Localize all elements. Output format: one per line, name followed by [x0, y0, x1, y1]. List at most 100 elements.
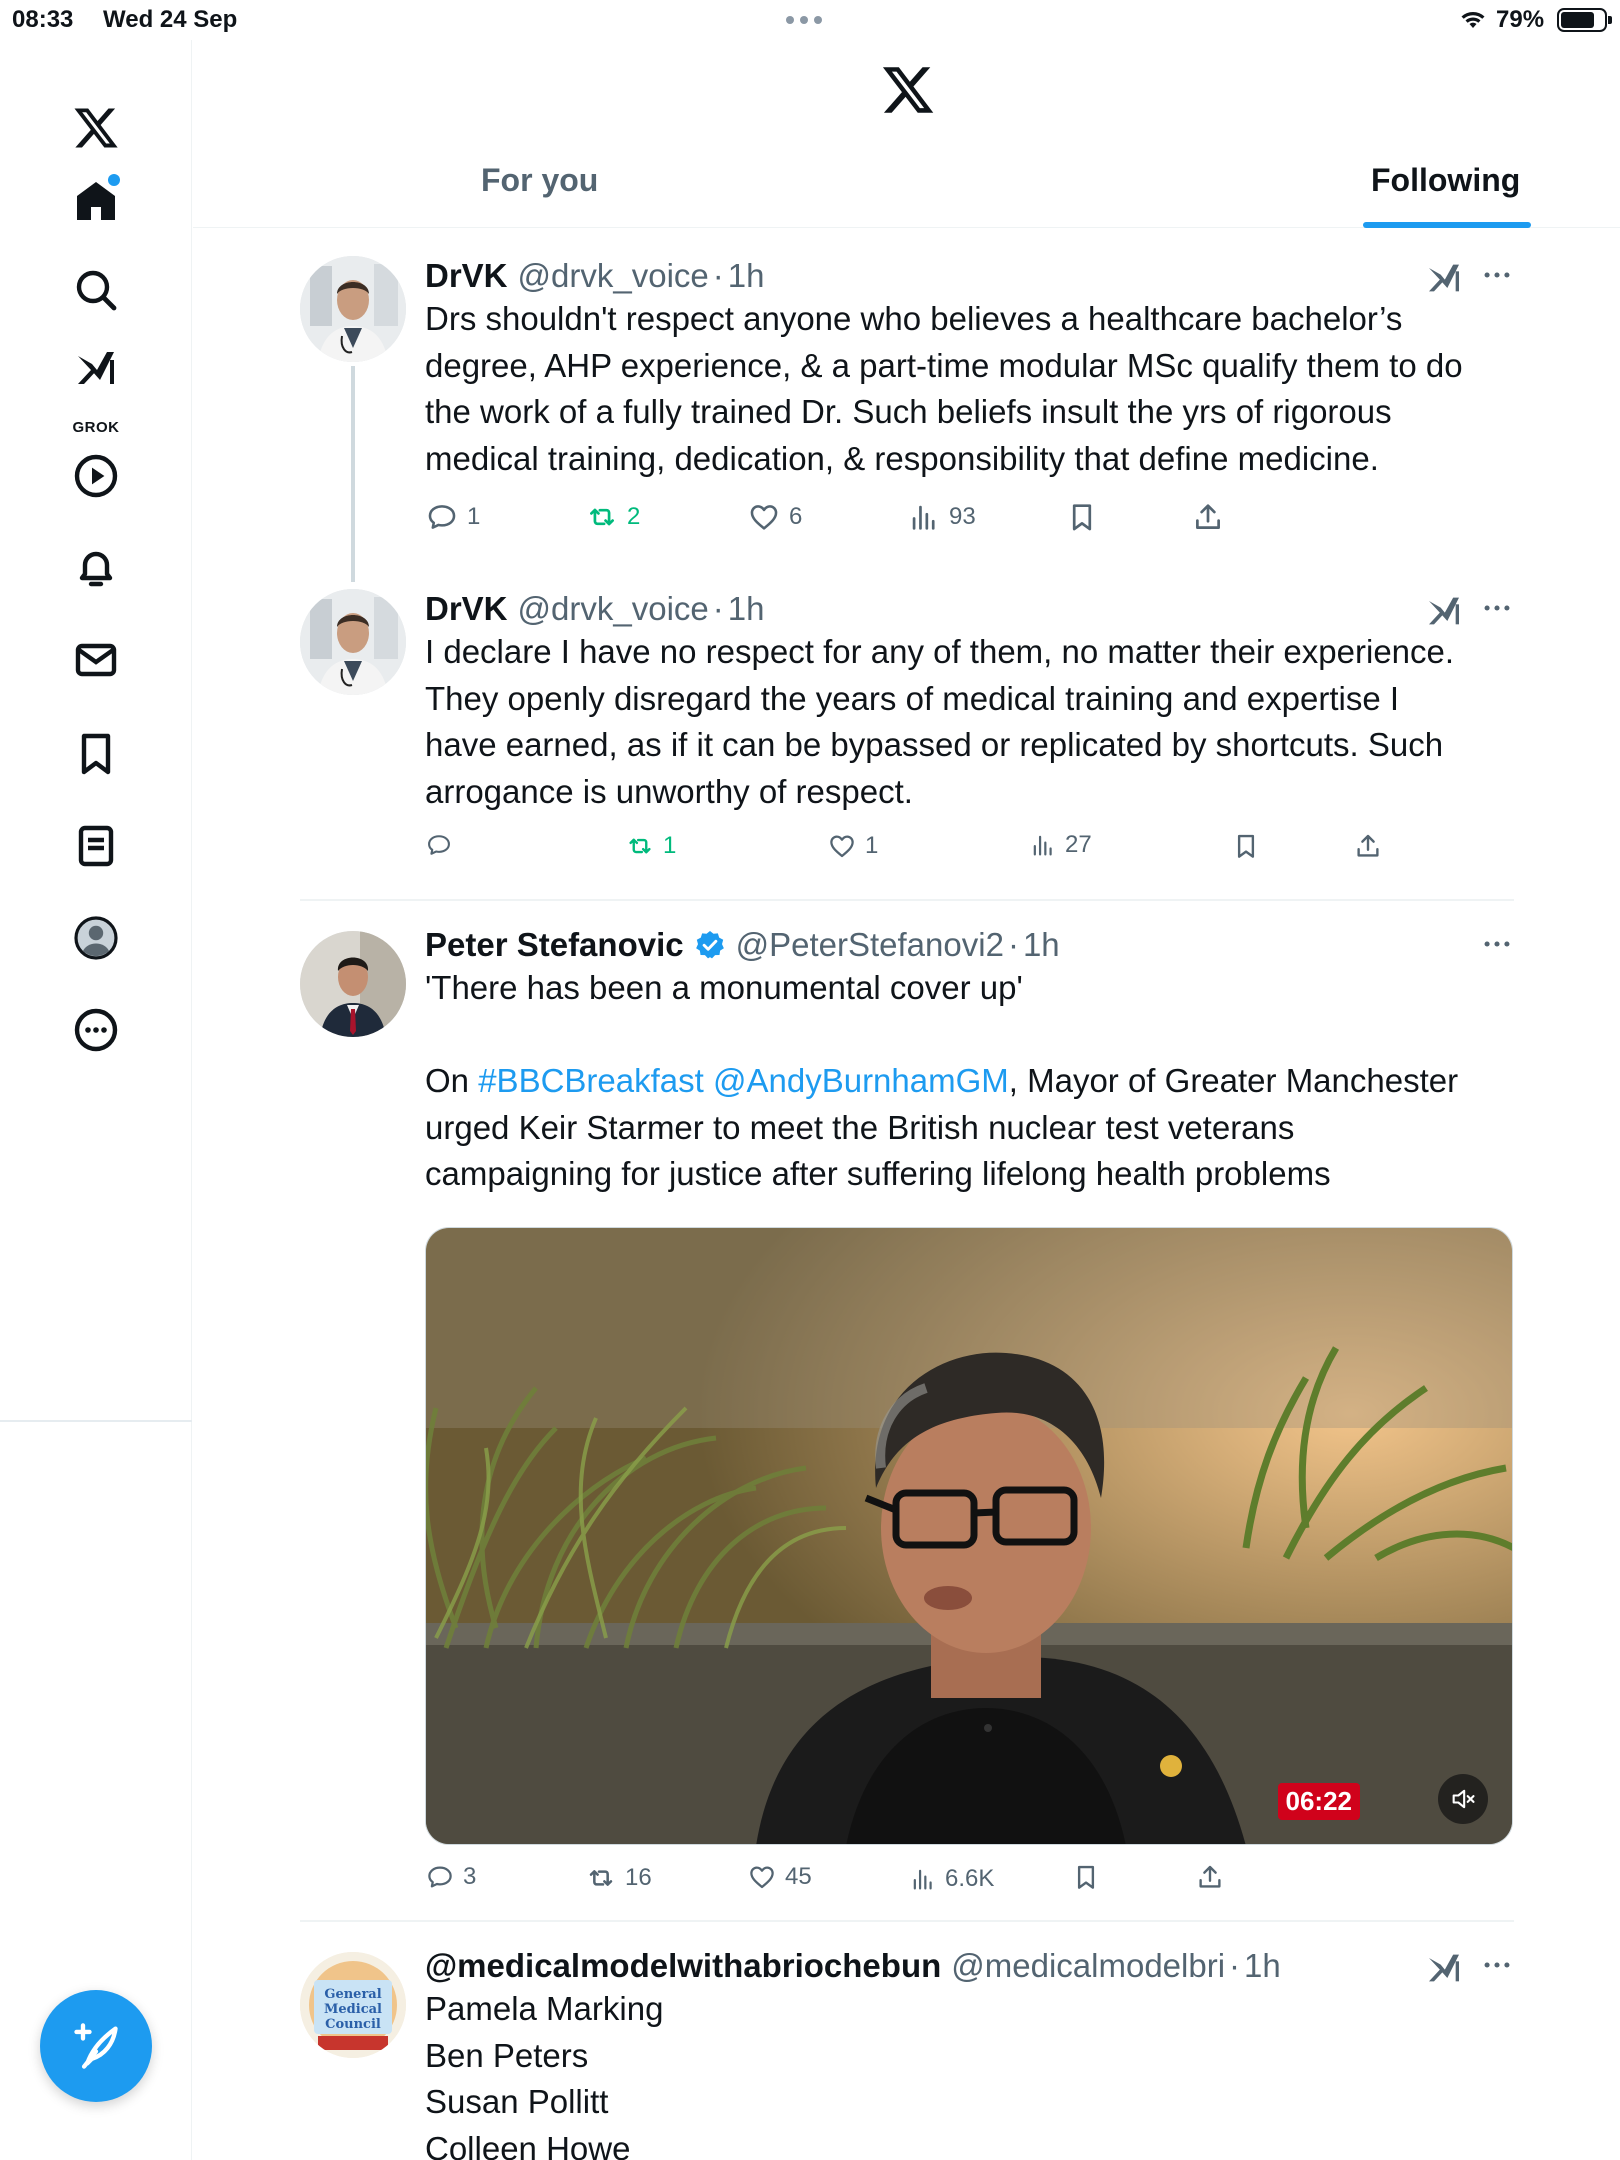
post-text: Drs shouldn't respect anyone who believe… — [425, 296, 1515, 482]
sidebar-item-profile[interactable] — [58, 900, 134, 976]
author-handle[interactable]: @drvk_voice — [518, 590, 709, 628]
author-name[interactable]: DrVK — [425, 590, 508, 628]
author-name[interactable]: Peter Stefanovic — [425, 926, 684, 964]
sidebar-item-grok[interactable]: GROK — [58, 340, 134, 436]
video-duration: 06:22 — [1277, 1783, 1360, 1820]
reply-button[interactable] — [425, 831, 461, 859]
play-icon — [74, 454, 118, 498]
grok-icon[interactable] — [1424, 591, 1464, 631]
more-icon[interactable] — [1480, 591, 1514, 625]
avatar-icon — [74, 916, 118, 960]
post-text-word: On — [425, 1062, 470, 1099]
more-icon[interactable] — [1480, 927, 1514, 961]
post-time[interactable]: 1h — [728, 257, 765, 295]
post-header: DrVK @drvk_voice · 1h — [425, 256, 764, 296]
tab-for-you[interactable]: For you — [481, 162, 598, 199]
sidebar-item-home[interactable] — [58, 164, 134, 240]
mute-button[interactable] — [1438, 1774, 1488, 1824]
like-button[interactable]: 1 — [827, 831, 878, 861]
repost-button[interactable]: 16 — [585, 1862, 652, 1894]
post-text-line: 'There has been a monumental cover up' — [425, 969, 1023, 1006]
avatar[interactable] — [300, 256, 406, 362]
bookmark-button[interactable] — [1231, 831, 1261, 861]
grok-icon — [78, 352, 114, 384]
author-handle[interactable]: @medicalmodelbri — [951, 1947, 1225, 1985]
mention-link[interactable]: @AndyBurnhamGM — [713, 1062, 1009, 1099]
post-text-line: Colleen Howe — [425, 2129, 631, 2160]
post-text: 'There has been a monumental cover up' O… — [425, 965, 1515, 1198]
share-button[interactable] — [1195, 1862, 1225, 1892]
post-actions: 1 1 27 — [425, 831, 1425, 871]
post[interactable]: DrVK @drvk_voice · 1h I declare I have n… — [300, 589, 1514, 859]
tab-active-indicator — [1363, 222, 1531, 228]
post-text-line: Pamela Marking — [425, 1990, 664, 2027]
repost-icon — [590, 508, 614, 526]
multitasking-dots[interactable] — [786, 16, 822, 24]
x-logo-icon[interactable] — [880, 62, 936, 118]
post-text-line: arrogance is unworthy of respect. — [425, 772, 913, 810]
status-date: Wed 24 Sep — [103, 6, 238, 33]
repost-icon — [589, 1870, 613, 1886]
sidebar-item-messages[interactable] — [58, 622, 134, 698]
sidebar-item-x-logo[interactable] — [58, 90, 134, 166]
post-time[interactable]: 1h — [728, 590, 765, 628]
sidebar-item-video[interactable] — [58, 438, 134, 514]
sidebar-divider — [0, 1420, 192, 1422]
heart-icon — [750, 1866, 774, 1889]
post-text: Pamela Marking Ben Peters Susan Pollitt … — [425, 1986, 1514, 2160]
avatar[interactable]: General Medical Council — [300, 1952, 406, 2058]
list-icon — [78, 825, 114, 867]
video-player[interactable]: 06:22 — [425, 1227, 1513, 1845]
status-time: 08:33 — [12, 6, 74, 33]
more-icon[interactable] — [1480, 258, 1514, 292]
repost-button[interactable]: 2 — [585, 500, 640, 534]
bookmark-button[interactable] — [1065, 500, 1099, 534]
wifi-icon — [1461, 12, 1485, 28]
hashtag-link[interactable]: #BBCBreakfast — [478, 1062, 704, 1099]
bookmark-button[interactable] — [1071, 1862, 1101, 1892]
post[interactable]: General Medical Council @medicalmodelwit… — [300, 1946, 1514, 2160]
post-text-line: I declare I have no respect for any of t… — [425, 633, 1455, 670]
reply-icon — [428, 505, 456, 529]
post-text-line: Ben Peters — [425, 2036, 589, 2074]
share-button[interactable] — [1191, 500, 1225, 534]
post-text-line: urged Keir Starmer to meet the British n… — [425, 1108, 1295, 1146]
post[interactable]: Peter Stefanovic @PeterStefanovi2 · 1h '… — [300, 925, 1514, 1895]
views-icon — [912, 505, 935, 530]
sidebar-item-bookmarks[interactable] — [58, 716, 134, 792]
author-name[interactable]: DrVK — [425, 257, 508, 295]
sidebar-item-more[interactable] — [58, 992, 134, 1068]
share-button[interactable] — [1353, 831, 1383, 861]
post-time[interactable]: 1h — [1244, 1947, 1281, 1985]
sidebar-item-lists[interactable] — [58, 808, 134, 884]
more-icon[interactable] — [1480, 1948, 1514, 1982]
post[interactable]: DrVK @drvk_voice · 1h Drs shouldn't resp… — [300, 256, 1515, 582]
author-handle[interactable]: @drvk_voice — [518, 257, 709, 295]
like-button[interactable]: 6 — [747, 500, 802, 534]
reply-count: 3 — [463, 1863, 477, 1890]
reply-button[interactable]: 3 — [425, 1862, 476, 1892]
repost-button[interactable]: 1 — [625, 831, 676, 861]
grok-icon[interactable] — [1424, 258, 1464, 298]
grok-icon[interactable] — [1424, 1948, 1464, 1988]
avatar[interactable] — [300, 931, 406, 1037]
volume-muted-icon — [1452, 1789, 1475, 1809]
compose-button[interactable] — [40, 1990, 152, 2102]
bell-icon — [79, 551, 113, 587]
sidebar-item-explore[interactable] — [58, 252, 134, 328]
mail-icon — [75, 643, 117, 677]
author-handle[interactable]: @PeterStefanovi2 — [736, 926, 1004, 964]
views-button[interactable]: 27 — [1029, 831, 1092, 859]
post-time[interactable]: 1h — [1023, 926, 1060, 964]
tab-following[interactable]: Following — [1371, 162, 1520, 199]
post-text-line: Drs shouldn't respect anyone who believe… — [425, 300, 1403, 337]
grok-label: GROK — [72, 419, 120, 436]
views-button[interactable]: 93 — [907, 500, 976, 534]
avatar[interactable] — [300, 589, 406, 695]
author-name[interactable]: @medicalmodelwithabriochebun — [425, 1947, 941, 1985]
like-button[interactable]: 45 — [747, 1862, 812, 1892]
reply-button[interactable]: 1 — [425, 500, 480, 534]
sidebar-item-notifications[interactable] — [58, 530, 134, 606]
views-button[interactable]: 6.6K — [909, 1865, 994, 1893]
header-separator: · — [712, 590, 724, 627]
